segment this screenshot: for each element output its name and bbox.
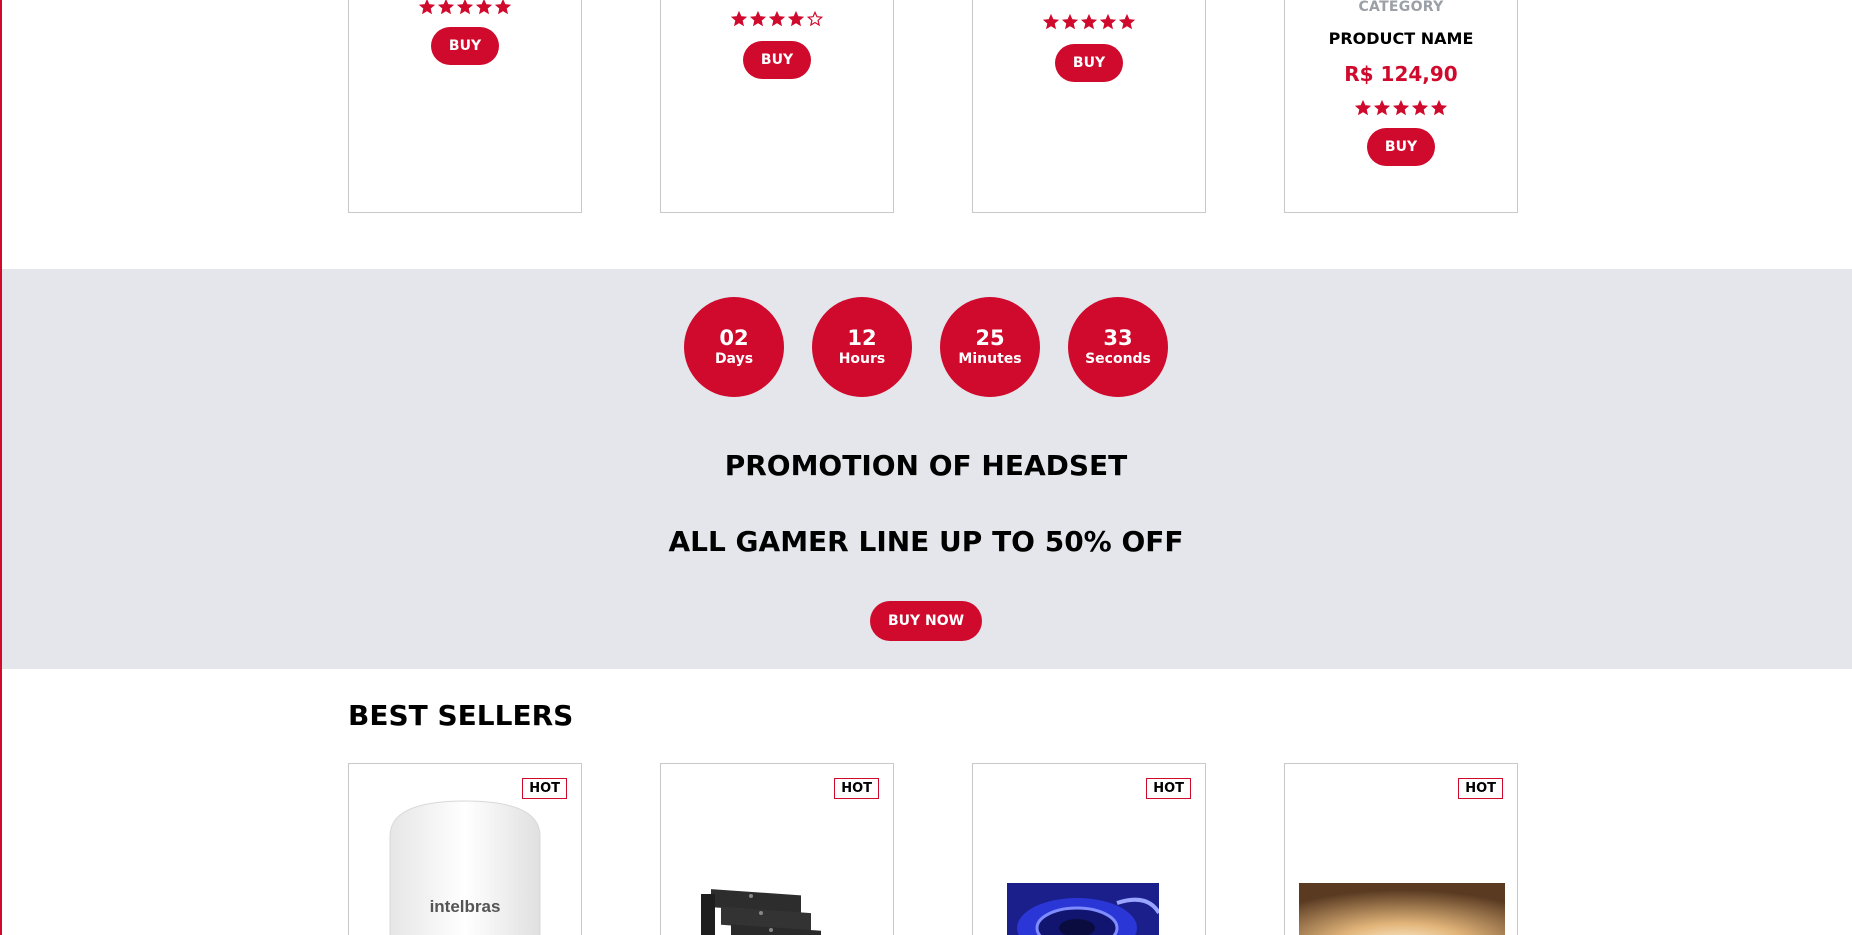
promotion-subtitle: ALL GAMER LINE UP TO 50% OFF: [668, 525, 1184, 558]
buy-button[interactable]: BUY: [1366, 128, 1436, 166]
product-image[interactable]: intelbras: [385, 796, 545, 935]
countdown-unit: Seconds: [1085, 351, 1151, 367]
best-seller-card[interactable]: HOT: [1284, 763, 1518, 935]
buy-button[interactable]: BUY: [1054, 44, 1124, 82]
best-seller-card[interactable]: HOT intelbras: [348, 763, 582, 935]
left-accent-bar: [0, 0, 2, 935]
product-image[interactable]: [681, 882, 841, 935]
star-filled-icon: [1043, 14, 1059, 30]
best-seller-card[interactable]: HOT: [972, 763, 1206, 935]
star-filled-icon: [438, 0, 454, 15]
countdown-days: 02 Days: [684, 297, 784, 397]
star-filled-icon: [419, 0, 435, 15]
product-price: R$ 124,90: [1344, 62, 1458, 86]
star-filled-icon: [1393, 100, 1409, 116]
star-filled-icon: [457, 0, 473, 15]
star-filled-icon: [495, 0, 511, 15]
star-filled-icon: [476, 0, 492, 15]
countdown-hours: 12 Hours: [812, 297, 912, 397]
product-card[interactable]: BUY: [348, 0, 582, 213]
best-seller-card[interactable]: HOT: [660, 763, 894, 935]
rating-stars: [349, 0, 581, 17]
star-filled-icon: [1412, 100, 1428, 116]
section-title: BEST SELLERS: [348, 699, 574, 732]
rating-stars: [973, 14, 1205, 32]
buy-button[interactable]: BUY: [430, 27, 500, 65]
star-filled-icon: [750, 11, 766, 27]
star-filled-icon: [1355, 100, 1371, 116]
countdown-minutes: 25 Minutes: [940, 297, 1040, 397]
product-image[interactable]: [1299, 883, 1505, 935]
promotion-title: PROMOTION OF HEADSET: [724, 449, 1128, 482]
hot-badge: HOT: [1146, 778, 1191, 799]
hot-badge: HOT: [1458, 778, 1503, 799]
product-card[interactable]: BUY: [972, 0, 1206, 213]
product-card[interactable]: BUY: [660, 0, 894, 213]
product-image[interactable]: [1007, 883, 1159, 935]
countdown-value: 33: [1103, 326, 1133, 350]
star-filled-icon: [1374, 100, 1390, 116]
product-row: BUY BUY BUY CATEGORY PRODUCT NAME R$ 124…: [0, 0, 1852, 269]
star-filled-icon: [731, 11, 747, 27]
buy-button[interactable]: BUY: [742, 41, 812, 79]
product-brand: intelbras: [430, 897, 501, 916]
rating-stars: [661, 11, 893, 29]
star-filled-icon: [1100, 14, 1116, 30]
countdown-value: 12: [847, 326, 877, 350]
product-category: CATEGORY: [1358, 0, 1444, 15]
star-filled-icon: [1119, 14, 1135, 30]
countdown-unit: Minutes: [958, 351, 1022, 367]
product-card[interactable]: CATEGORY PRODUCT NAME R$ 124,90 BUY: [1284, 0, 1518, 213]
countdown-unit: Days: [714, 351, 754, 367]
star-filled-icon: [1081, 14, 1097, 30]
hot-badge: HOT: [834, 778, 879, 799]
countdown-value: 02: [719, 326, 749, 350]
buy-now-button[interactable]: BUY NOW: [869, 601, 983, 641]
star-filled-icon: [769, 11, 785, 27]
star-outline-icon: [807, 11, 823, 27]
countdown-value: 25: [975, 326, 1005, 350]
star-filled-icon: [1431, 100, 1447, 116]
promotion-banner: 02 Days 12 Hours 25 Minutes 33 Seconds P…: [0, 269, 1852, 669]
countdown-seconds: 33 Seconds: [1068, 297, 1168, 397]
rating-stars: [1285, 100, 1517, 118]
star-filled-icon: [1062, 14, 1078, 30]
star-filled-icon: [788, 11, 804, 27]
countdown-timer: 02 Days 12 Hours 25 Minutes 33 Seconds: [0, 297, 1852, 397]
countdown-unit: Hours: [838, 351, 886, 367]
product-name[interactable]: PRODUCT NAME: [1285, 29, 1517, 48]
